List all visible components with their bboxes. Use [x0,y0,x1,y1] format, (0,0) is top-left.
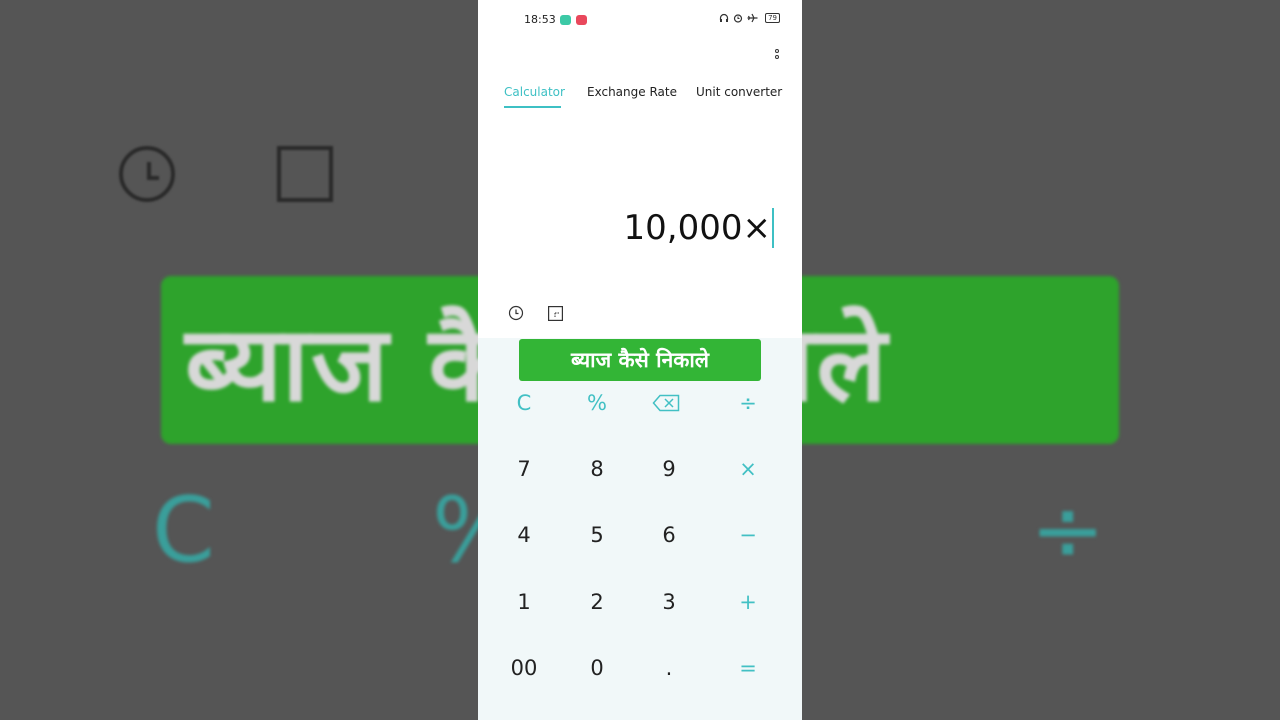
caption-banner: ब्याज कैसे निकाले [519,339,761,381]
key-2[interactable]: 2 [562,579,632,625]
key-00[interactable]: 00 [489,645,559,691]
tab-unit-converter[interactable]: Unit converter [696,85,782,99]
alarm-icon [733,14,743,23]
history-icon[interactable] [508,305,524,321]
keypad: C % ÷ 7 8 9 × 4 5 6 − 1 2 3 + 00 0 . = [478,338,802,720]
key-equals[interactable]: = [713,645,783,691]
key-3[interactable]: 3 [634,579,704,625]
key-9[interactable]: 9 [634,446,704,492]
scientific-mode-icon[interactable] [548,306,563,321]
key-add[interactable]: + [713,579,783,625]
active-tab-indicator [504,106,561,108]
background-square-icon [277,146,333,202]
key-8[interactable]: 8 [562,446,632,492]
key-4[interactable]: 4 [489,512,559,558]
tab-calculator[interactable]: Calculator [504,85,565,99]
key-multiply[interactable]: × [713,446,783,492]
background-key-divide: ÷ [1030,478,1106,583]
notification-app-icon [560,15,571,25]
status-icons: 79 [719,13,780,23]
calculator-display[interactable]: 10,000× [624,208,774,248]
key-backspace[interactable] [631,380,701,426]
status-bar: 18:53 79 [478,0,802,40]
expression-text: 10,000× [623,208,771,248]
background-key-c: C [152,478,215,583]
backspace-icon [652,394,680,412]
key-percent[interactable]: % [562,380,632,426]
status-time: 18:53 [524,13,556,26]
airplane-mode-icon [747,13,758,23]
key-decimal[interactable]: . [634,645,704,691]
text-cursor [772,208,774,248]
notification-video-icon [576,15,587,25]
key-clear[interactable]: C [489,380,559,426]
battery-icon: 79 [765,13,780,23]
background-history-icon [119,146,175,202]
key-5[interactable]: 5 [562,512,632,558]
key-1[interactable]: 1 [489,579,559,625]
key-subtract[interactable]: − [713,512,783,558]
key-6[interactable]: 6 [634,512,704,558]
key-7[interactable]: 7 [489,446,559,492]
more-options-icon[interactable] [772,46,782,64]
headphones-icon [719,13,729,22]
key-0[interactable]: 0 [562,645,632,691]
key-divide[interactable]: ÷ [713,380,783,426]
tab-exchange-rate[interactable]: Exchange Rate [587,85,677,99]
